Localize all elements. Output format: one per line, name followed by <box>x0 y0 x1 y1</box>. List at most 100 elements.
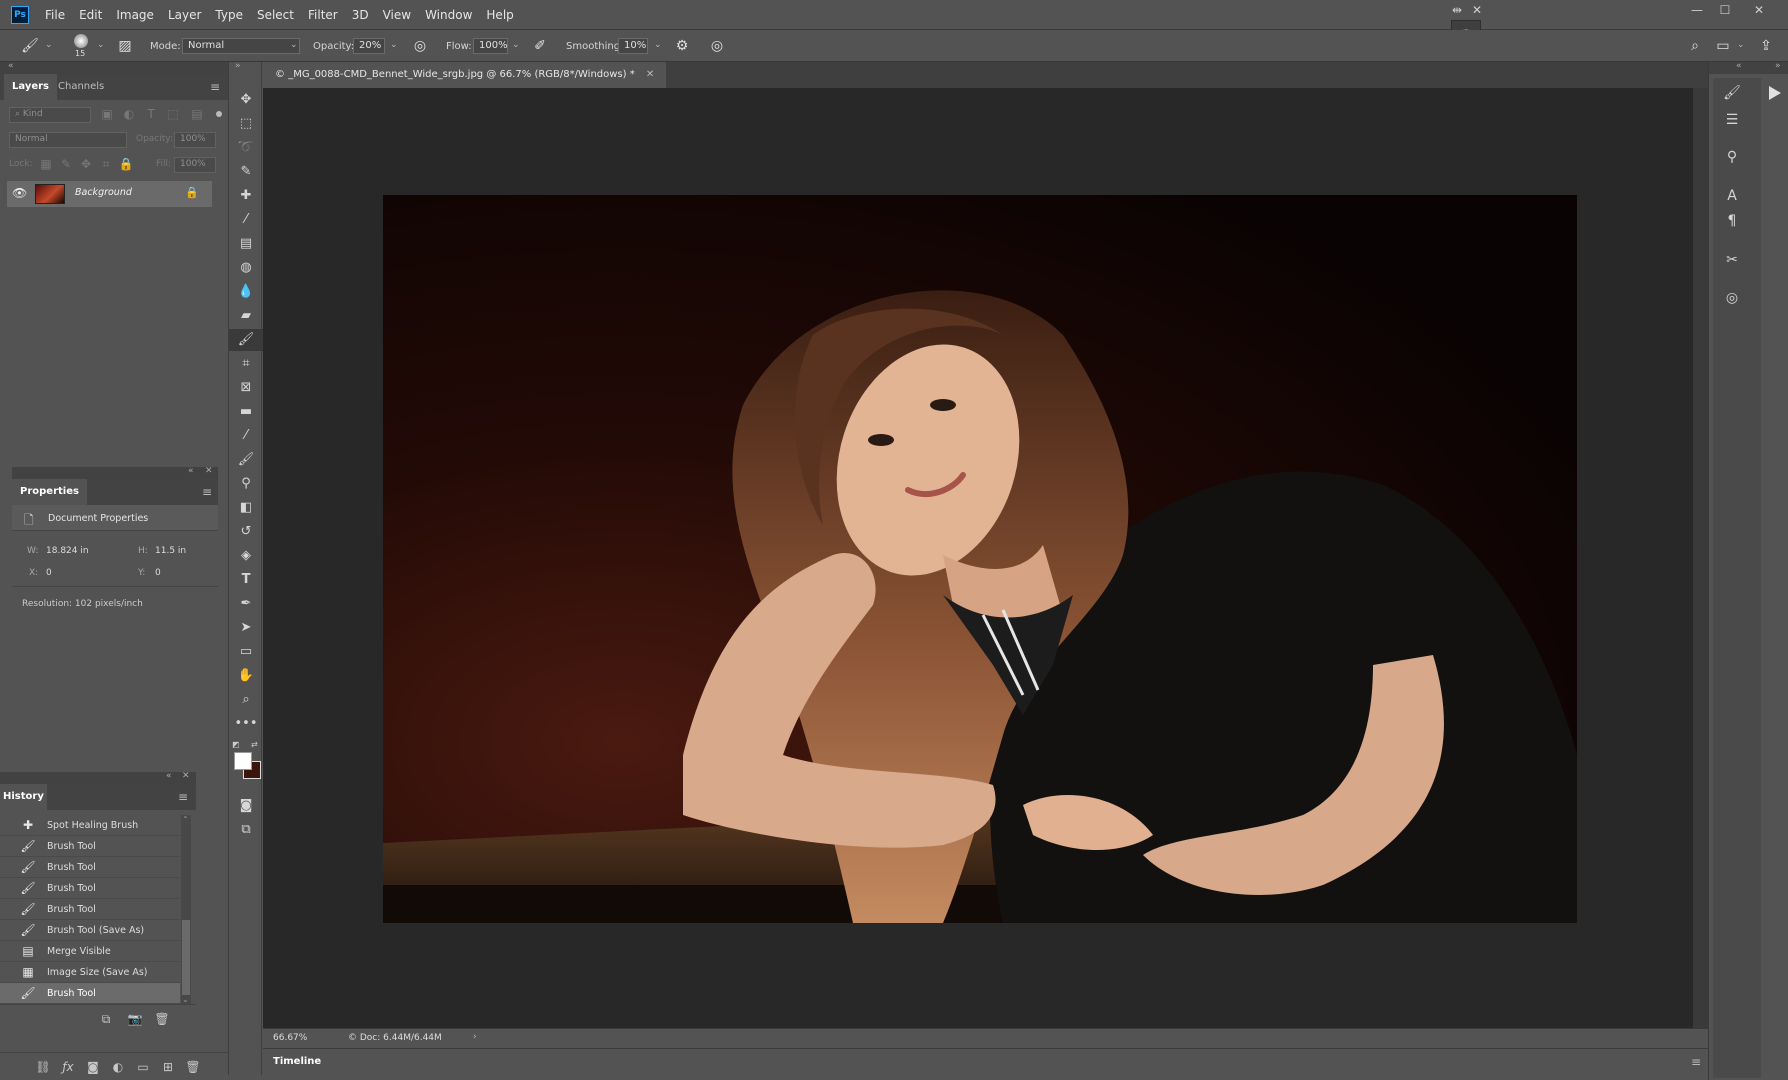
close-window-icon[interactable]: ✕ <box>1748 3 1770 19</box>
filter-shape-icon[interactable]: ⬚ <box>165 107 181 121</box>
frame-tool-icon[interactable]: ⊠ <box>229 377 263 399</box>
crop-tool-icon[interactable]: ⌗ <box>229 353 263 375</box>
bandage-tool-icon[interactable]: ▰ <box>229 305 263 327</box>
kind-filter-select[interactable]: ⌕ Kind <box>9 107 91 123</box>
lock-transparent-icon[interactable]: ▦ <box>38 157 54 171</box>
marquee-tool-icon[interactable]: ⬚ <box>229 113 263 135</box>
mask-icon[interactable]: ◙ <box>85 1060 101 1074</box>
quick-mask-icon[interactable]: ◙ <box>229 795 263 817</box>
collapse-icon[interactable]: « <box>188 466 194 476</box>
layer-blend-mode-select[interactable]: Normal <box>9 132 127 148</box>
brush-preset-icon[interactable]: 🖌 <box>20 37 40 55</box>
ruler-tool-icon[interactable]: ▬ <box>229 401 263 423</box>
link-icon[interactable]: ⛓ <box>35 1060 51 1074</box>
history-item[interactable]: 🖌 Brush Tool <box>0 857 180 878</box>
y-value[interactable]: 0 <box>155 568 161 578</box>
swap-colors-icon[interactable]: ⇄ <box>251 740 258 749</box>
hand-tool-icon[interactable]: ✋ <box>229 665 263 687</box>
trash-icon[interactable]: 🗑 <box>154 1012 170 1026</box>
layer-opacity-input[interactable]: 100% <box>174 132 216 148</box>
healing-brush-tool-icon[interactable]: ✚ <box>229 185 263 207</box>
scroll-down-icon[interactable]: ⌄ <box>182 995 189 1004</box>
scroll-up-icon[interactable]: ⌃ <box>182 815 189 824</box>
filter-toggle-icon[interactable] <box>216 111 222 117</box>
character-icon[interactable]: A <box>1721 185 1743 207</box>
history-item[interactable]: 🖌 Brush Tool <box>0 899 180 920</box>
default-colors-icon[interactable]: ◩ <box>232 740 240 749</box>
zoom-tool-icon[interactable]: ⌕ <box>229 689 263 711</box>
panel-expand-icon[interactable]: ⇹ <box>1446 3 1468 19</box>
lock-artboard-icon[interactable]: ⌗ <box>98 157 114 172</box>
filter-adjustment-icon[interactable]: ◐ <box>121 107 137 121</box>
menu-layer[interactable]: Layer <box>168 8 201 22</box>
eyedropper-replace-tool-icon[interactable]: ⁄ <box>229 209 263 231</box>
eye-icon[interactable]: 👁 <box>12 186 27 200</box>
camera-icon[interactable]: 📷 <box>127 1012 143 1026</box>
scrollbar-thumb[interactable] <box>182 920 190 995</box>
brush-tool-icon[interactable]: 🖌 <box>229 329 263 351</box>
brush-settings-icon[interactable]: 🖌 <box>1721 82 1743 104</box>
pattern-tool-icon[interactable]: ◍ <box>229 257 263 279</box>
brush-secondary-tool-icon[interactable]: 🖌 <box>229 449 263 471</box>
brush-tip-icon[interactable] <box>74 34 88 48</box>
lock-icon[interactable]: 🔒 <box>185 186 199 199</box>
tab-properties[interactable]: Properties <box>12 479 87 505</box>
close-icon[interactable]: ✕ <box>182 771 190 781</box>
delete-layer-icon[interactable]: 🗑 <box>185 1060 201 1074</box>
history-item[interactable]: ▤ Merge Visible <box>0 941 180 962</box>
eraser-tool-icon[interactable]: ◧ <box>229 497 263 519</box>
lock-position-icon[interactable]: ✥ <box>78 157 94 171</box>
folder-icon[interactable]: ▭ <box>135 1060 151 1074</box>
layer-name[interactable]: Background <box>75 187 132 198</box>
layer-row-background[interactable]: 👁 Background 🔒 <box>7 181 212 207</box>
lock-pixels-icon[interactable]: ✎ <box>58 157 74 171</box>
panel-close-icon[interactable]: ✕ <box>1466 3 1488 19</box>
filter-smart-object-icon[interactable]: ▤ <box>189 107 205 121</box>
rectangle-tool-icon[interactable]: ▭ <box>229 641 263 663</box>
filter-pixel-icon[interactable]: ▣ <box>99 107 115 121</box>
document-image[interactable] <box>383 195 1577 923</box>
libraries-icon[interactable]: ◎ <box>1721 287 1743 309</box>
new-document-from-state-icon[interactable]: ⧉ <box>98 1012 114 1027</box>
maximize-icon[interactable]: ☐ <box>1714 3 1736 19</box>
document-tab[interactable]: © _MG_0088-CMD_Bennet_Wide_srgb.jpg @ 66… <box>263 62 667 88</box>
adjustment-layer-icon[interactable]: ◐ <box>110 1060 126 1074</box>
screen-mode-icon[interactable]: ⧉ <box>229 819 263 841</box>
height-value[interactable]: 11.5 in <box>155 546 186 556</box>
status-menu-arrow-icon[interactable]: › <box>473 1032 477 1042</box>
history-item[interactable]: 🖌 Brush Tool <box>0 878 180 899</box>
menu-3d[interactable]: 3D <box>352 8 369 22</box>
close-icon[interactable]: ✕ <box>205 466 213 476</box>
new-layer-icon[interactable]: ⊞ <box>160 1060 176 1074</box>
width-value[interactable]: 18.824 in <box>46 546 89 556</box>
tab-timeline[interactable]: Timeline <box>263 1049 332 1075</box>
history-item[interactable]: ▦ Image Size (Save As) <box>0 962 180 983</box>
mode-select[interactable]: Normal <box>182 38 300 54</box>
tab-channels[interactable]: Channels <box>50 74 112 100</box>
panel-menu-icon[interactable]: ≡ <box>178 790 188 804</box>
menu-view[interactable]: View <box>383 8 411 22</box>
panel-menu-icon[interactable]: ≡ <box>210 80 220 94</box>
history-brush-tool-icon[interactable]: ↺ <box>229 521 263 543</box>
paint-bucket-tool-icon[interactable]: ◈ <box>229 545 263 567</box>
history-item-current[interactable]: 🖌 Brush Tool <box>0 983 180 1004</box>
clone-source-icon[interactable]: ⚲ <box>1721 146 1743 168</box>
menu-type[interactable]: Type <box>215 8 243 22</box>
opacity-input[interactable]: 20% <box>353 38 385 54</box>
tab-history[interactable]: History <box>0 784 47 810</box>
panel-menu-icon[interactable]: ≡ <box>202 485 212 499</box>
blur-tool-icon[interactable]: 💧 <box>229 281 263 303</box>
paragraph-icon[interactable]: ¶ <box>1721 210 1743 232</box>
move-tool-icon[interactable]: ✥ <box>229 89 263 111</box>
workspace-icon[interactable]: ▭ <box>1713 37 1733 55</box>
history-item[interactable]: ✚ Spot Healing Brush <box>0 815 180 836</box>
flow-input[interactable]: 100% <box>473 38 508 54</box>
collapse-left-icon[interactable]: « <box>8 61 14 71</box>
pressure-opacity-icon[interactable]: ◎ <box>410 37 430 55</box>
minimize-icon[interactable]: — <box>1686 3 1708 19</box>
type-tool-icon[interactable]: T <box>229 569 263 591</box>
gradient-tool-icon[interactable]: ▤ <box>229 233 263 255</box>
eyedropper-tool-icon[interactable]: ⁄ <box>229 425 263 447</box>
chevron-down-icon[interactable]: ⌄ <box>654 40 662 50</box>
search-icon[interactable]: ⌕ <box>1685 37 1705 55</box>
